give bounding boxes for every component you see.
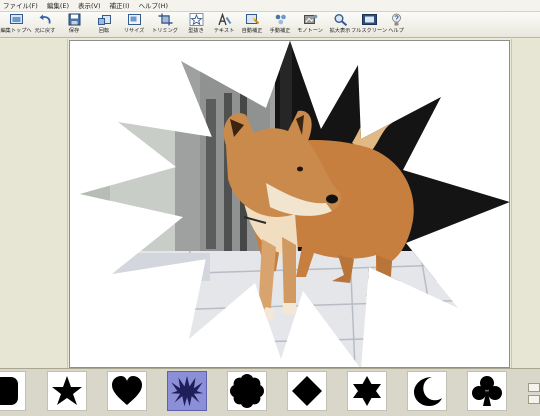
shape-rounded-square[interactable]	[0, 371, 26, 411]
monotone-icon	[303, 14, 317, 24]
star-cutout-photo	[80, 41, 509, 367]
menu-view[interactable]: 表示(V)	[78, 0, 101, 12]
shape-diamond[interactable]	[287, 371, 327, 411]
star-icon	[52, 376, 82, 405]
diamond-icon	[292, 376, 322, 406]
monotone-label: モノトーン	[297, 28, 323, 34]
workspace	[0, 39, 540, 368]
menu-help[interactable]: ヘルプ(H)	[139, 0, 168, 12]
save-button[interactable]: 保存	[60, 13, 88, 37]
shape-star[interactable]	[47, 371, 87, 411]
edit-top-icon	[9, 14, 23, 24]
trimming-button[interactable]: トリミング	[150, 13, 180, 37]
help-label: ヘルプ	[388, 28, 404, 34]
tray-scroll-down-button[interactable]	[528, 395, 540, 404]
help-icon	[391, 13, 401, 26]
help-button[interactable]: ヘルプ	[385, 13, 407, 37]
shape-flower[interactable]	[227, 371, 267, 411]
edit-top-label: 編集トップへ	[0, 28, 32, 34]
auto-correct-label: 自動補正	[241, 28, 263, 34]
monotone-button[interactable]: モノトーン	[295, 13, 325, 37]
menu-bar: ファイル(F) 編集(E) 表示(V) 補正(I) ヘルプ(H)	[0, 0, 540, 12]
shape-six-point-star[interactable]	[347, 371, 387, 411]
auto-correct-icon	[245, 14, 259, 25]
zoom-icon	[334, 14, 347, 26]
image-canvas[interactable]	[69, 40, 510, 368]
shape-club[interactable]	[467, 371, 507, 411]
auto-correct-button[interactable]: 自動補正	[238, 13, 266, 37]
six-point-star-icon	[353, 376, 381, 406]
shape-crescent-moon[interactable]	[407, 371, 447, 411]
shape-heart[interactable]	[107, 371, 147, 411]
club-icon	[472, 376, 502, 406]
save-icon	[68, 13, 80, 26]
burst-icon	[170, 376, 204, 407]
fullscreen-button[interactable]: フルスクリーン	[350, 13, 388, 37]
manual-correct-icon	[275, 14, 286, 25]
edit-top-button[interactable]: 編集トップへ	[0, 13, 32, 37]
undo-button[interactable]: 元に戻す	[31, 13, 59, 37]
crescent-moon-icon	[414, 377, 442, 406]
zoom-label: 拡大表示	[329, 28, 351, 34]
text-button[interactable]: テキスト	[210, 13, 238, 37]
manual-correct-button[interactable]: 手動補正	[266, 13, 294, 37]
fullscreen-icon	[361, 14, 377, 25]
undo-label: 元に戻す	[34, 28, 56, 34]
zoom-button[interactable]: 拡大表示	[326, 13, 354, 37]
menu-edit[interactable]: 編集(E)	[47, 0, 69, 12]
flower-icon	[230, 374, 264, 408]
trimming-icon	[158, 13, 172, 26]
right-panel	[511, 39, 540, 368]
menu-file[interactable]: ファイル(F)	[3, 0, 38, 12]
text-icon	[217, 13, 231, 26]
left-panel	[0, 39, 68, 368]
tray-scroll-up-button[interactable]	[528, 383, 540, 392]
toolbar: 編集トップへ 元に戻す 保存 回転 リサイズ トリミング 型抜き テキスト 自動…	[0, 12, 540, 38]
shape-cutout-icon	[189, 13, 203, 26]
shape-burst[interactable]	[167, 371, 207, 411]
shape-cutout-button[interactable]: 型抜き	[182, 13, 210, 37]
shape-cutout-label: 型抜き	[188, 28, 204, 34]
rounded-square-icon	[0, 377, 18, 405]
resize-label: リサイズ	[123, 28, 145, 34]
undo-icon	[39, 14, 51, 24]
text-label: テキスト	[213, 28, 235, 34]
rotate-icon	[97, 15, 111, 25]
manual-correct-label: 手動補正	[269, 28, 291, 34]
trimming-label: トリミング	[152, 28, 178, 34]
fullscreen-label: フルスクリーン	[350, 28, 388, 34]
menu-correct[interactable]: 補正(I)	[110, 0, 130, 12]
heart-icon	[112, 376, 142, 405]
rotate-button[interactable]: 回転	[90, 13, 118, 37]
shape-tray	[0, 368, 540, 416]
save-label: 保存	[68, 28, 80, 34]
rotate-label: 回転	[98, 28, 110, 34]
resize-icon	[127, 14, 141, 25]
resize-button[interactable]: リサイズ	[120, 13, 148, 37]
